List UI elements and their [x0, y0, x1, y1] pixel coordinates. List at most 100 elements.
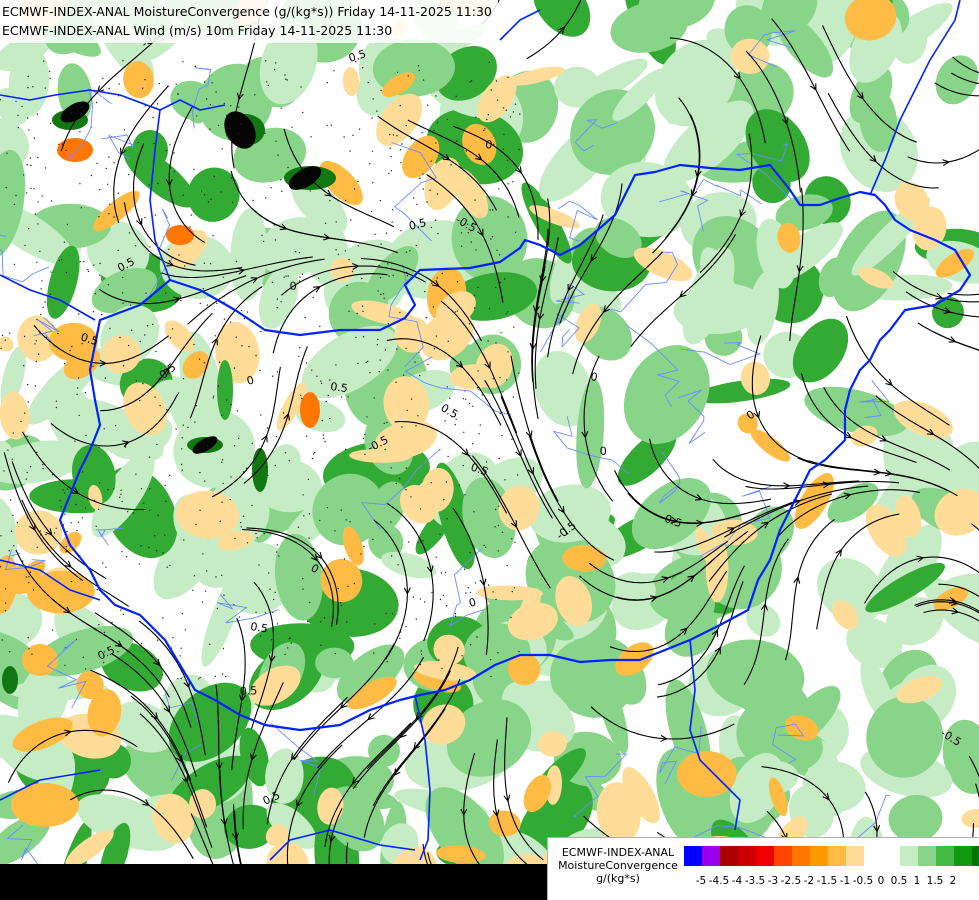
stipple-dot	[362, 67, 364, 69]
legend-swatch	[720, 846, 738, 866]
stipple-dot	[175, 428, 177, 430]
stipple-dot	[388, 275, 390, 277]
stipple-dot	[65, 149, 67, 152]
stipple-dot	[66, 488, 69, 490]
stipple-dot	[346, 621, 348, 623]
stipple-dot	[129, 304, 132, 306]
stipple-dot	[40, 313, 42, 315]
stipple-dot	[230, 177, 233, 179]
stipple-dot	[458, 484, 460, 486]
stipple-dot	[223, 102, 225, 105]
stipple-dot	[181, 469, 183, 471]
stipple-dot	[182, 378, 185, 380]
stipple-dot	[372, 538, 374, 541]
legend-tick-label: -1	[839, 875, 851, 887]
stipple-dot	[463, 431, 465, 433]
stipple-dot	[69, 349, 71, 352]
stipple-dot	[490, 238, 492, 240]
stipple-dot	[216, 302, 218, 304]
stipple-dot	[127, 344, 130, 347]
stipple-dot	[212, 395, 215, 397]
stipple-dot	[298, 251, 301, 254]
stipple-dot	[211, 82, 213, 84]
stipple-dot	[320, 644, 322, 646]
stipple-dot	[384, 448, 386, 451]
stipple-dot	[0, 347, 2, 350]
stipple-dot	[240, 521, 242, 524]
stipple-dot	[137, 141, 139, 144]
stipple-dot	[217, 385, 220, 387]
stipple-dot	[85, 434, 87, 437]
stipple-dot	[265, 197, 267, 199]
stipple-dot	[107, 489, 109, 491]
stipple-dot	[142, 502, 145, 504]
stipple-dot	[389, 133, 391, 136]
stipple-dot	[266, 466, 268, 469]
stipple-dot	[1, 639, 3, 641]
stipple-dot	[149, 246, 151, 248]
stipple-dot	[507, 351, 509, 353]
stipple-dot	[355, 336, 357, 339]
stipple-dot	[27, 117, 29, 119]
stipple-dot	[392, 209, 394, 211]
stipple-dot	[158, 82, 160, 85]
stipple-dot	[425, 316, 428, 319]
stipple-dot	[395, 482, 397, 485]
stipple-dot	[341, 604, 343, 607]
stipple-dot	[397, 564, 399, 566]
stipple-dot	[505, 313, 507, 315]
stipple-dot	[177, 392, 180, 394]
stipple-dot	[251, 442, 253, 444]
stipple-dot	[95, 525, 97, 527]
stipple-dot	[30, 187, 32, 190]
stipple-dot	[148, 509, 151, 511]
stipple-dot	[41, 280, 43, 282]
stipple-dot	[463, 568, 466, 570]
stipple-dot	[60, 259, 63, 261]
stipple-dot	[495, 286, 497, 289]
stipple-dot	[321, 419, 323, 422]
stipple-dot	[102, 77, 104, 80]
stipple-dot	[300, 394, 302, 396]
stipple-dot	[82, 656, 85, 658]
stipple-dot	[100, 313, 103, 316]
stipple-dot	[66, 223, 69, 226]
stipple-dot	[465, 398, 467, 400]
stipple-dot	[272, 375, 274, 377]
stipple-dot	[320, 382, 323, 384]
field-core	[2, 666, 18, 694]
stipple-dot	[309, 190, 311, 192]
stipple-dot	[514, 103, 517, 105]
stipple-dot	[502, 107, 505, 109]
stipple-dot	[238, 106, 240, 108]
stipple-dot	[322, 434, 324, 436]
stipple-dot	[255, 355, 257, 357]
stipple-dot	[36, 546, 38, 548]
stipple-dot	[145, 292, 147, 294]
stipple-dot	[95, 101, 98, 104]
stipple-dot	[26, 163, 28, 166]
stipple-dot	[488, 61, 490, 64]
stipple-dot	[284, 452, 287, 454]
stipple-dot	[64, 492, 66, 494]
stipple-dot	[28, 129, 30, 131]
stipple-dot	[431, 591, 433, 594]
legend-tick-label: -3.5	[744, 875, 766, 887]
stipple-dot	[27, 383, 29, 386]
weather-map-viewer: -0.50.50-0.50.500.5-0.500.50.5-0.500.5-0…	[0, 0, 979, 900]
stipple-dot	[183, 539, 185, 541]
stipple-dot	[287, 275, 289, 277]
stipple-dot	[23, 174, 25, 176]
stipple-dot	[58, 143, 60, 145]
stipple-dot	[420, 653, 423, 655]
stipple-dot	[388, 172, 390, 175]
stipple-dot	[33, 137, 35, 139]
stipple-dot	[226, 114, 228, 117]
stipple-dot	[274, 591, 276, 594]
stipple-dot	[389, 147, 391, 149]
stipple-dot	[276, 371, 279, 373]
stipple-dot	[442, 594, 444, 597]
stipple-dot	[319, 325, 321, 328]
stipple-dot	[267, 474, 269, 477]
stipple-dot	[203, 262, 206, 264]
